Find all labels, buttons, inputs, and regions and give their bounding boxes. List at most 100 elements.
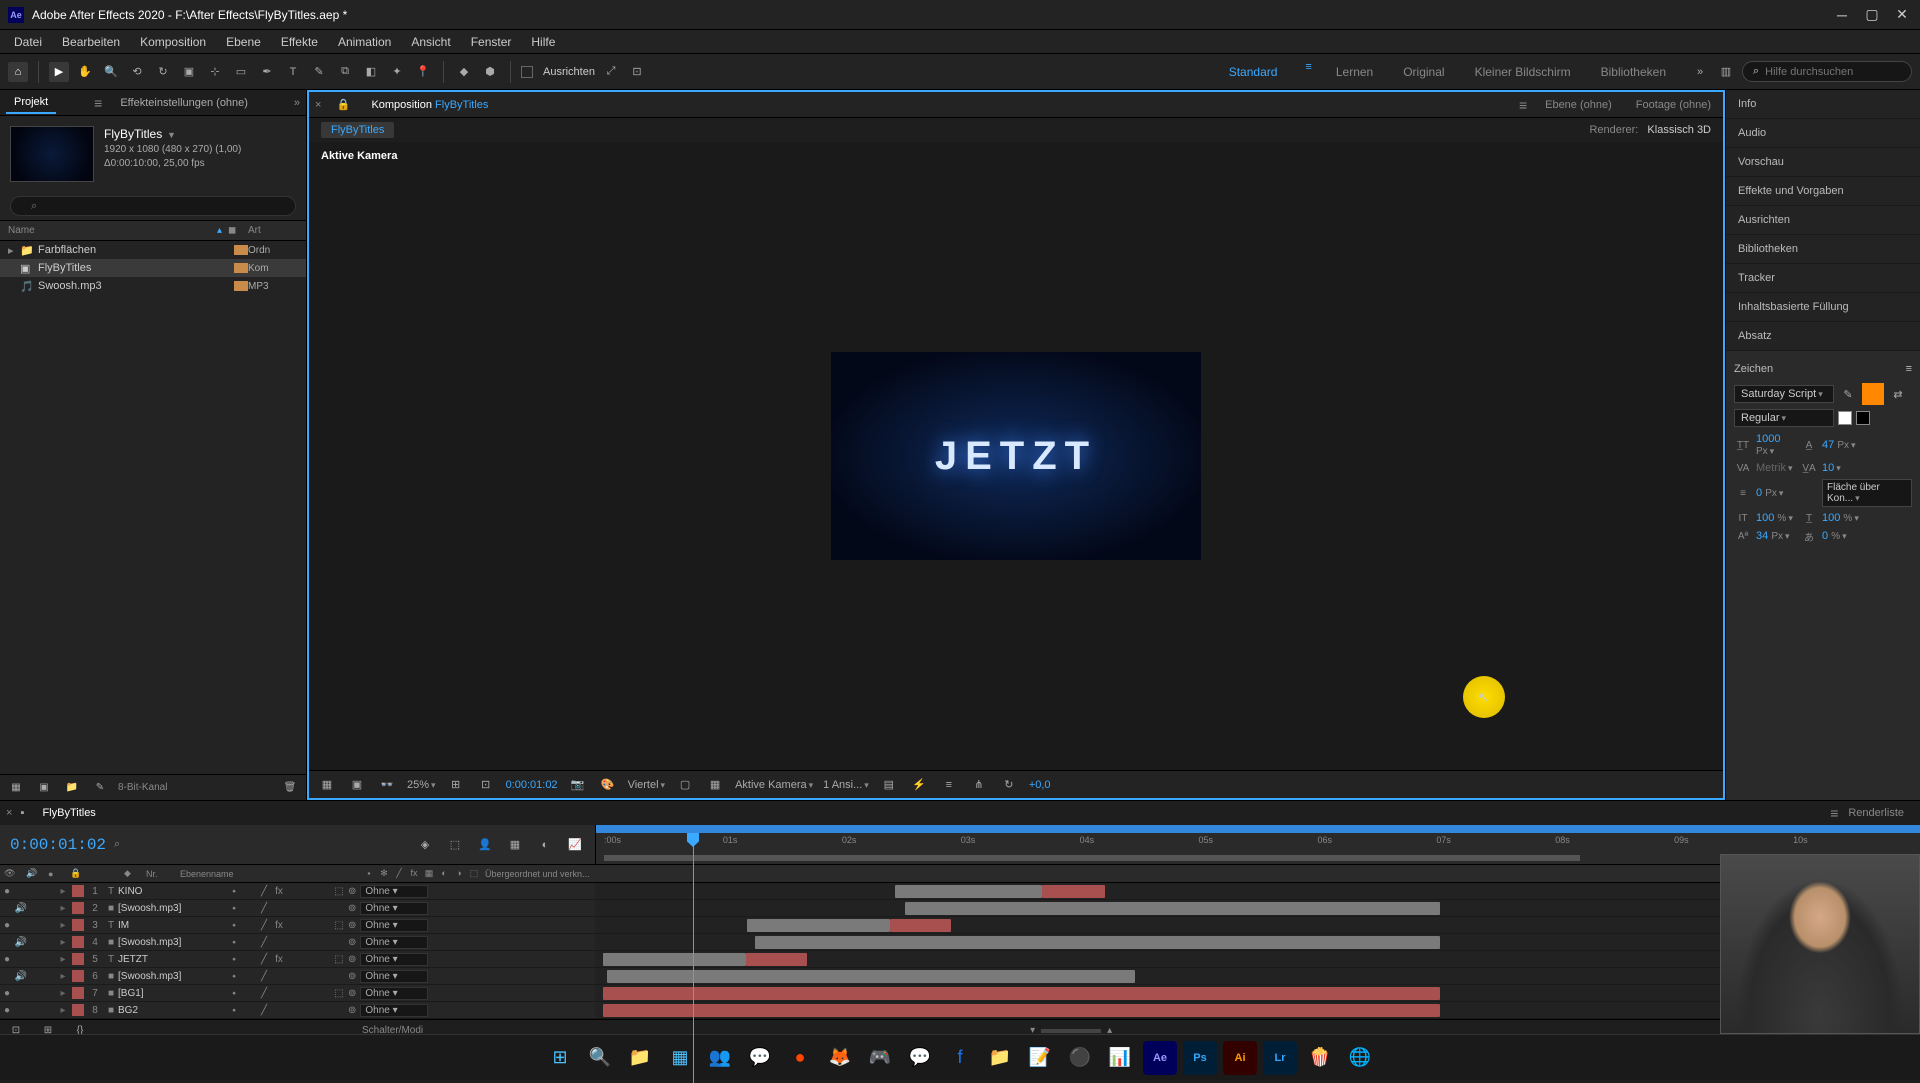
trash-icon[interactable]: 🗑 [280,778,300,798]
flowchart-icon[interactable]: ⋔ [969,775,989,795]
pixel-aspect-icon[interactable]: ▤ [879,775,899,795]
col-audio-icon[interactable]: 🔊 [26,868,46,879]
font-style-select[interactable]: Regular▾ [1734,409,1834,427]
zoom-tool[interactable]: 🔍 [101,62,121,82]
timeline-search-icon[interactable]: ⌕ [114,838,120,851]
viewer-timecode[interactable]: 0:00:01:02 [506,779,558,791]
taskbar-folder-icon[interactable]: 📁 [983,1041,1017,1075]
fast-preview-icon[interactable]: ⚡ [909,775,929,795]
switch-fx-icon[interactable]: fx [408,868,420,879]
panel-absatz[interactable]: Absatz [1726,322,1920,351]
comp-lock-icon[interactable]: 🔒 [333,95,353,115]
resolution-select[interactable]: Viertel▾ [628,779,666,791]
panel-info[interactable]: Info [1726,90,1920,119]
panel-effekte-und-vorgaben[interactable]: Effekte und Vorgaben [1726,177,1920,206]
adjust-icon[interactable]: ✎ [90,778,110,798]
layer-row[interactable]: ●▸7■[BG1]⬩╱⬚⊚Ohne ▾ [0,985,1920,1002]
snap-opt2-icon[interactable]: ⊡ [627,62,647,82]
panel-tracker[interactable]: Tracker [1726,264,1920,293]
switch-motionblur-icon[interactable]: ◐ [438,868,450,879]
project-item[interactable]: ▸📁FarbflächenOrdn [0,241,306,259]
minimize-button[interactable]: ─ [1836,9,1848,21]
menu-effekte[interactable]: Effekte [271,31,328,53]
graph-editor-icon[interactable]: 📈 [565,835,585,855]
layer-row[interactable]: ●▸1TKINO⬩╱fx⬚⊚Ohne ▾ [0,883,1920,900]
tsume-value[interactable]: 0 [1822,530,1828,542]
roi-icon[interactable]: ▢ [675,775,695,795]
pen-tool[interactable]: ✒ [257,62,277,82]
hscale-value[interactable]: 100 [1822,512,1840,524]
workspace-kleiner bildschirm[interactable]: Kleiner Bildschirm [1469,61,1577,83]
project-panel-menu-icon[interactable]: ≡ [94,95,102,111]
shy-icon[interactable]: 👤 [475,835,495,855]
comp-dropdown-icon[interactable]: ▼ [167,130,176,140]
comp-tab-close-icon[interactable]: × [315,99,321,111]
anchor-tool[interactable]: ⊹ [205,62,225,82]
taskbar-ai-icon[interactable]: Ai [1223,1041,1257,1075]
workspace-more-icon[interactable]: » [1690,62,1710,82]
panel-collapse-icon[interactable]: » [294,97,300,109]
col-label-icon[interactable]: ◆ [124,868,144,879]
reset-exposure-icon[interactable]: ↻ [999,775,1019,795]
mask-mode-icon[interactable]: ◆ [454,62,474,82]
timeline-icon[interactable]: ≡ [939,775,959,795]
taskbar-teams-icon[interactable]: 👥 [703,1041,737,1075]
interpret-footage-icon[interactable]: ▦ [6,778,26,798]
help-search-input[interactable] [1765,66,1901,78]
brush-tool[interactable]: ✎ [309,62,329,82]
taskbar-ps-icon[interactable]: Ps [1183,1041,1217,1075]
home-icon[interactable]: ⌂ [8,62,28,82]
switch-quality-icon[interactable]: ╱ [393,868,405,879]
col-lock-icon[interactable]: 🔒 [70,868,90,879]
grid-icon[interactable]: ⊞ [446,775,466,795]
sort-icon[interactable]: ▴ [217,225,222,236]
fill-color-swatch[interactable] [1862,383,1884,405]
tab-layer[interactable]: Ebene (ohne) [1539,95,1618,115]
workspace-panel-icon[interactable]: ▥ [1716,62,1736,82]
taskbar-explorer-icon[interactable]: 📁 [623,1041,657,1075]
taskbar-notes-icon[interactable]: 📝 [1023,1041,1057,1075]
menu-bearbeiten[interactable]: Bearbeiten [52,31,130,53]
layer-row[interactable]: 🔊▸6■[Swoosh.mp3]⬩╱⊚Ohne ▾ [0,968,1920,985]
menu-hilfe[interactable]: Hilfe [521,31,565,53]
help-search[interactable]: ⌕ [1742,61,1912,82]
draft3d-icon[interactable]: ⬚ [445,835,465,855]
panel-inhaltsbasierte-füllung[interactable]: Inhaltsbasierte Füllung [1726,293,1920,322]
tracking-value[interactable]: 10 [1822,462,1834,474]
font-size-value[interactable]: 1000 [1756,433,1780,445]
menu-komposition[interactable]: Komposition [130,31,216,53]
col-type-header[interactable]: Art [248,225,298,236]
leading-value[interactable]: 47 [1822,439,1834,451]
col-visibility-icon[interactable]: 👁 [4,868,24,879]
workspace-bibliotheken[interactable]: Bibliotheken [1595,61,1672,83]
col-label-header[interactable]: ◼ [228,225,248,236]
no-color-swatch[interactable] [1856,411,1870,425]
taskbar-ae-icon[interactable]: Ae [1143,1041,1177,1075]
menu-fenster[interactable]: Fenster [461,31,522,53]
show-snapshot-icon[interactable]: 🎨 [598,775,618,795]
close-button[interactable]: ✕ [1896,9,1908,21]
tab-composition[interactable]: Komposition FlyByTitles [365,95,494,115]
motion-blur-icon[interactable]: ◐ [535,835,555,855]
new-folder-icon[interactable]: 📁 [62,778,82,798]
exposure-value[interactable]: +0,0 [1029,779,1051,791]
preview-canvas[interactable]: JETZT [831,352,1201,560]
breadcrumb-item[interactable]: FlyByTitles [321,122,394,138]
clone-tool[interactable]: ⧉ [335,62,355,82]
hand-tool[interactable]: ✋ [75,62,95,82]
tab-footage[interactable]: Footage (ohne) [1630,95,1717,115]
switch-adjustment-icon[interactable]: ◑ [453,868,465,879]
viewer[interactable]: Aktive Kamera JETZT ↖ [309,142,1723,770]
stroke-color-swatch[interactable] [1838,411,1852,425]
taskbar-firefox-icon[interactable]: 🦊 [823,1041,857,1075]
project-item[interactable]: 🎵Swoosh.mp3MP3 [0,277,306,295]
eyedropper-icon[interactable]: ✎ [1838,384,1858,404]
taskbar-app1-icon[interactable]: ▦ [663,1041,697,1075]
project-thumbnail[interactable] [10,126,94,182]
taskbar-app2-icon[interactable]: ● [783,1041,817,1075]
vscale-value[interactable]: 100 [1756,512,1774,524]
shape-tool[interactable]: ▭ [231,62,251,82]
snap-checkbox[interactable] [521,66,533,78]
selection-tool[interactable]: ▶ [49,62,69,82]
character-menu-icon[interactable]: ≡ [1906,363,1912,375]
